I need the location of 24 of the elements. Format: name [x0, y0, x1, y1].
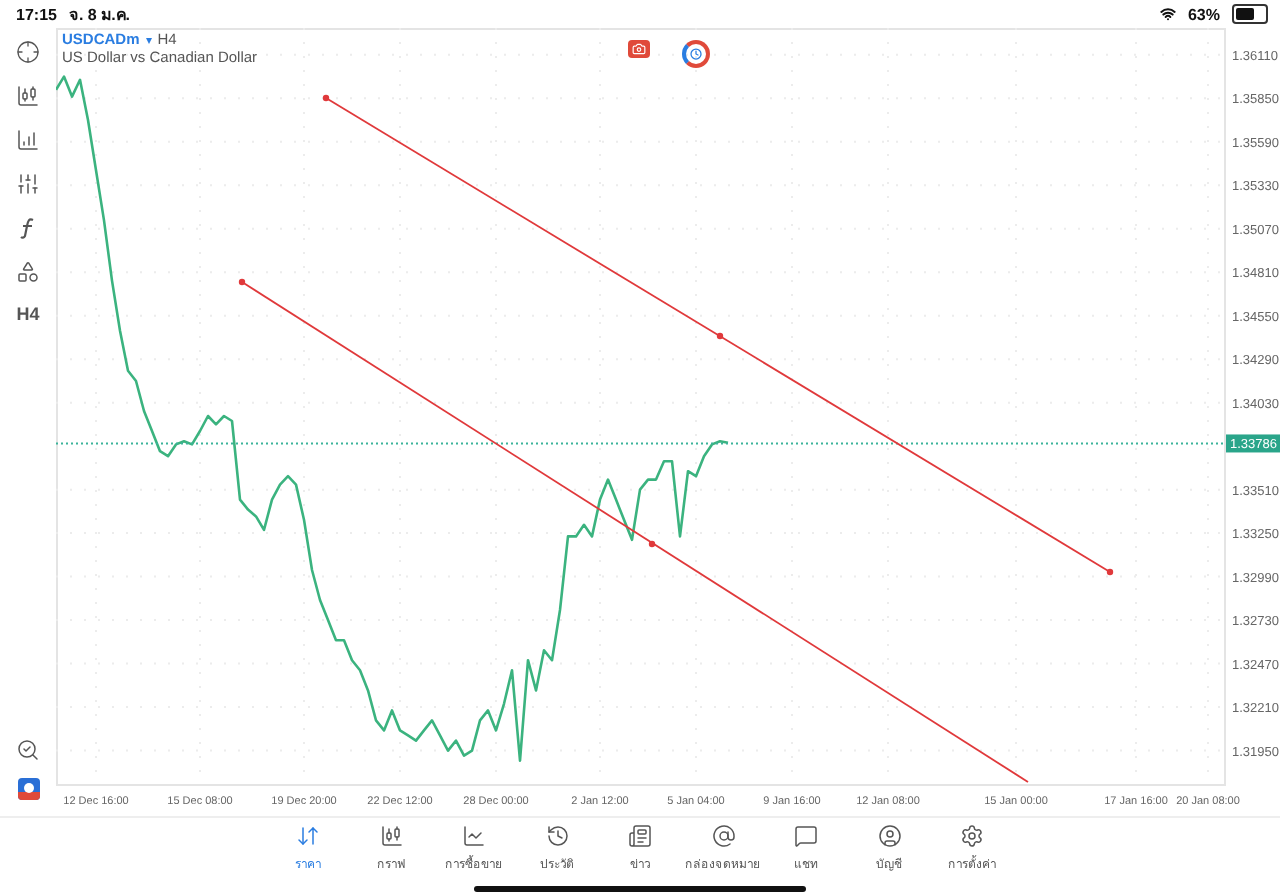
app-logo[interactable]: [17, 778, 39, 800]
history-icon: [545, 824, 569, 848]
newspaper-icon: [628, 824, 652, 848]
shapes-icon[interactable]: [12, 256, 44, 288]
status-date: จ. 8 ม.ค.: [68, 3, 131, 27]
battery-icon: [1232, 4, 1268, 24]
user-icon: [877, 824, 901, 848]
arrows-icon: [296, 824, 320, 848]
sliders-icon[interactable]: [12, 168, 44, 200]
candlestick-icon[interactable]: [12, 80, 44, 112]
camera-icon[interactable]: [628, 40, 650, 58]
battery-percent: 63%: [1187, 5, 1220, 23]
crosshair-icon[interactable]: [12, 36, 44, 68]
line-chart-icon: [462, 824, 486, 848]
settings-icon: [960, 824, 984, 848]
bar-chart-icon[interactable]: [12, 124, 44, 156]
timeframe-button[interactable]: H4: [12, 300, 44, 328]
wifi-icon: [1159, 6, 1176, 22]
chat-search-icon[interactable]: [12, 734, 44, 766]
status-time: 17:15: [16, 5, 57, 23]
at-sign-icon: [711, 824, 735, 848]
candlestick-icon: [379, 824, 403, 848]
chat-icon: [794, 824, 818, 848]
clock-icon[interactable]: [682, 40, 710, 68]
